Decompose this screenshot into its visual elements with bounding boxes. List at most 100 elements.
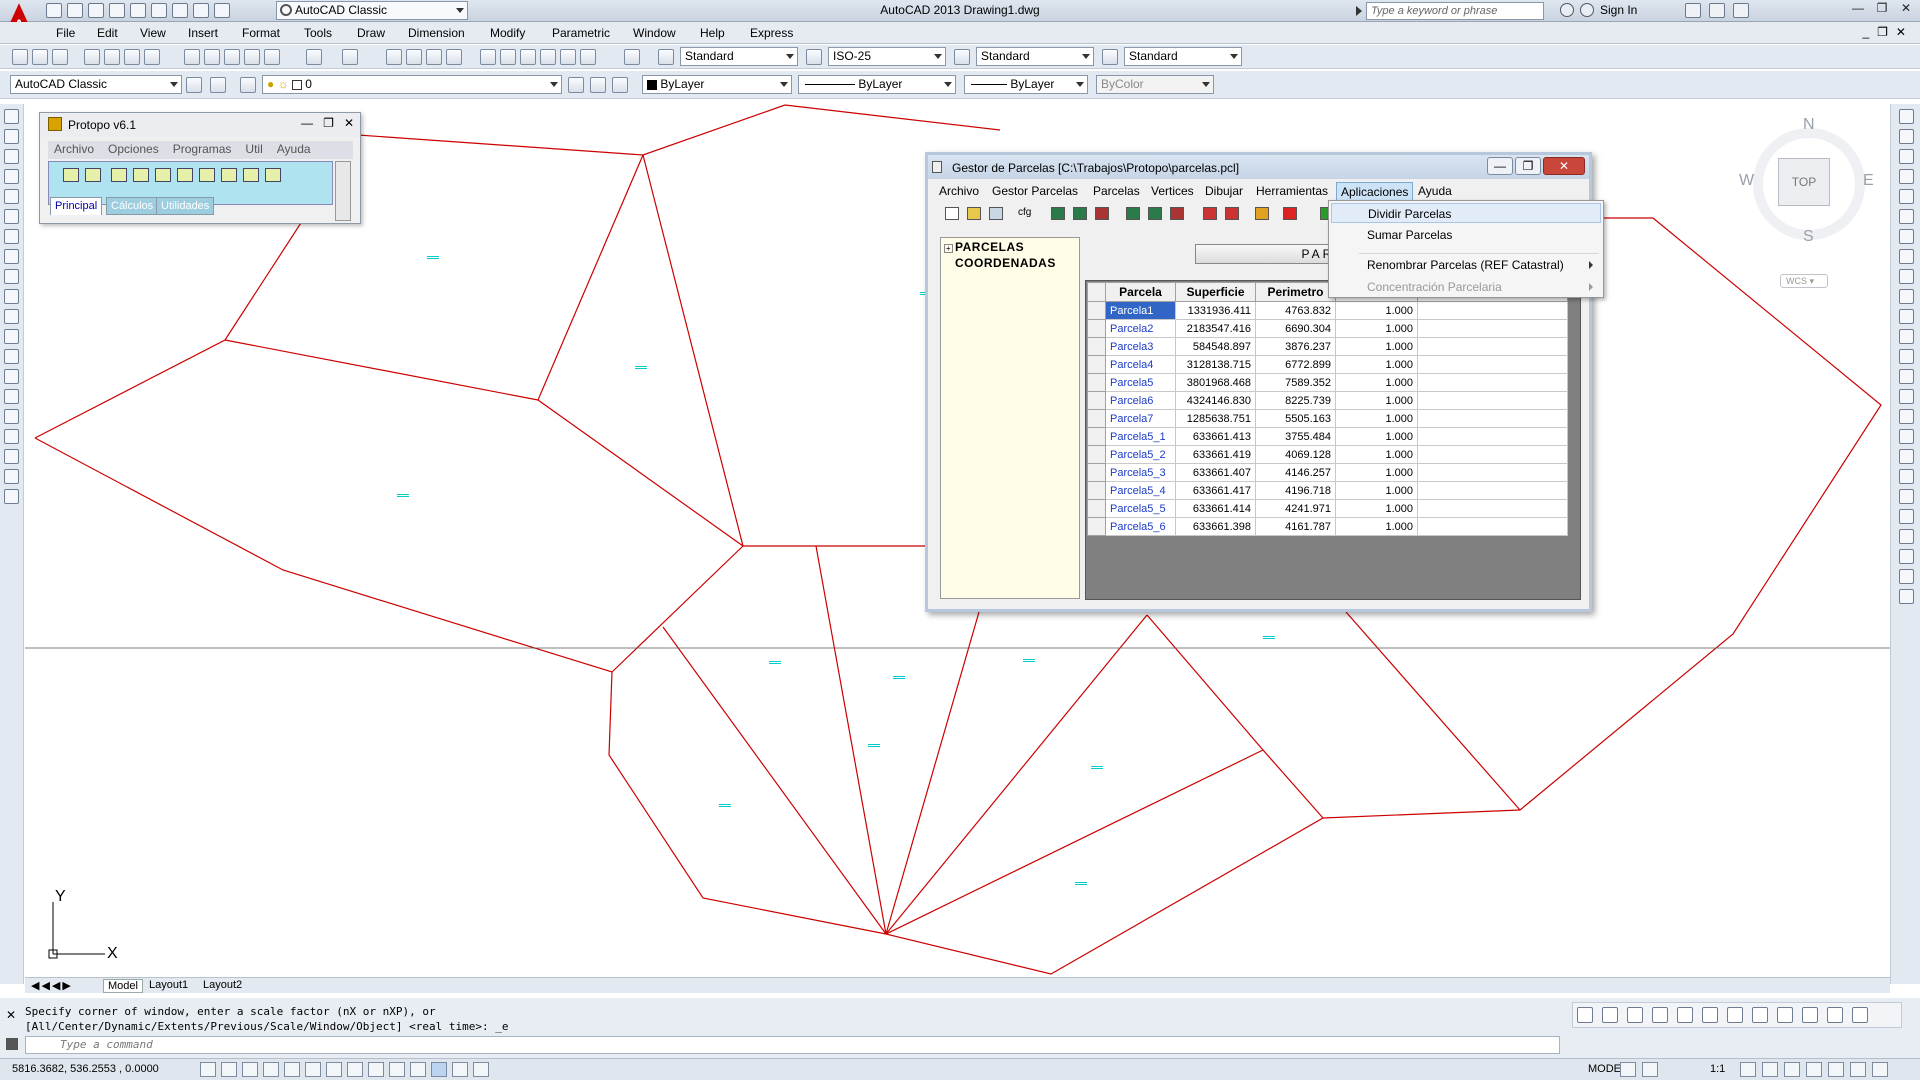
cell-factor[interactable]: 1.000 <box>1335 499 1418 518</box>
cell-superficie[interactable]: 633661.407 <box>1175 463 1256 482</box>
explode-icon[interactable] <box>1899 449 1914 464</box>
polar-tracking-icon[interactable] <box>284 1062 300 1077</box>
gestor-menu-vertices[interactable]: Vertices <box>1147 182 1198 201</box>
bring-above-icon[interactable] <box>1899 509 1914 524</box>
close-icon[interactable]: ✕ <box>6 1008 16 1022</box>
cell-superficie[interactable]: 1331936.411 <box>1175 301 1256 320</box>
menu-window[interactable]: Window <box>633 26 676 40</box>
markup-icon[interactable] <box>560 49 576 65</box>
protopo-scrollbar[interactable] <box>335 161 351 221</box>
construction-line-icon[interactable] <box>4 129 19 144</box>
minimize-button[interactable]: — <box>1487 157 1513 175</box>
cell-parcela[interactable]: Parcela5 <box>1105 373 1176 392</box>
cell-extra[interactable] <box>1417 337 1568 356</box>
annotation-scale[interactable]: 1:1 <box>1710 1063 1725 1075</box>
tab-navigation-arrows[interactable]: ◀◀◀▶ <box>31 979 73 992</box>
paste-icon[interactable] <box>224 49 240 65</box>
gestor-menu-archivo[interactable]: Archivo <box>935 182 983 201</box>
menu-format[interactable]: Format <box>242 26 280 40</box>
redo-icon[interactable] <box>172 3 188 18</box>
quick-view-drawings-icon[interactable] <box>1642 1062 1658 1077</box>
cell-extra[interactable] <box>1417 481 1568 500</box>
cell-extra[interactable] <box>1417 517 1568 536</box>
minimize-button[interactable]: — <box>301 116 313 130</box>
save-icon[interactable] <box>1602 1007 1618 1023</box>
cell-parcela[interactable]: Parcela5_5 <box>1105 499 1176 518</box>
cell-superficie[interactable]: 633661.417 <box>1175 481 1256 500</box>
cell-perimetro[interactable]: 4069.128 <box>1255 445 1336 464</box>
help-question-icon[interactable] <box>1283 207 1297 220</box>
protopo-tool-4-icon[interactable] <box>133 168 149 182</box>
cell-extra[interactable] <box>1417 499 1568 518</box>
annotation-icon[interactable] <box>1777 1007 1793 1023</box>
autodesk-360-icon[interactable] <box>1709 3 1725 18</box>
quick-properties-icon[interactable] <box>452 1062 468 1077</box>
cell-parcela[interactable]: Parcela4 <box>1105 355 1176 374</box>
coordinates-readout[interactable]: 5816.3682, 536.2553 , 0.0000 <box>12 1063 159 1075</box>
compass-south[interactable]: S <box>1803 228 1814 246</box>
layer-icon[interactable] <box>1802 1007 1818 1023</box>
cell-perimetro[interactable]: 3755.484 <box>1255 427 1336 446</box>
cell-extra[interactable] <box>1417 463 1568 482</box>
undo-icon[interactable] <box>306 49 322 65</box>
table-row[interactable]: Parcela5_1 633661.413 3755.484 1.000 <box>1087 427 1568 446</box>
arc-icon[interactable] <box>4 209 19 224</box>
cell-factor[interactable]: 1.000 <box>1335 373 1418 392</box>
ellipse-icon[interactable] <box>4 289 19 304</box>
zoom-previous-icon[interactable] <box>446 49 462 65</box>
selection-cycling-icon[interactable] <box>473 1062 489 1077</box>
polyline-icon[interactable] <box>1702 1007 1718 1023</box>
undo-icon[interactable] <box>151 3 167 18</box>
table-row[interactable]: Parcela4 3128138.715 6772.899 1.000 <box>1087 355 1568 374</box>
hatch-icon[interactable] <box>4 389 19 404</box>
cell-factor[interactable]: 1.000 <box>1335 301 1418 320</box>
clean-screen-icon[interactable] <box>1872 1062 1888 1077</box>
help-icon[interactable] <box>1733 3 1749 18</box>
column-header-perimetro[interactable]: Perimetro <box>1255 282 1336 302</box>
restore-button[interactable]: ❐ <box>1870 0 1894 18</box>
grid-red-icon[interactable] <box>1095 207 1109 220</box>
snap-icon[interactable] <box>1652 1007 1668 1023</box>
join-icon[interactable] <box>1899 369 1914 384</box>
redo-icon[interactable] <box>342 49 358 65</box>
tab-model[interactable]: Model <box>103 979 143 993</box>
cell-perimetro[interactable]: 7589.352 <box>1255 373 1336 392</box>
region-icon[interactable] <box>4 429 19 444</box>
rectangle-icon[interactable] <box>4 189 19 204</box>
tab-layout1[interactable]: Layout1 <box>149 979 188 991</box>
gestor-menu-herramientas[interactable]: Herramientas <box>1252 182 1332 201</box>
options-icon[interactable] <box>1852 1007 1868 1023</box>
cell-parcela[interactable]: Parcela5_4 <box>1105 481 1176 500</box>
workspace-settings-icon[interactable] <box>186 77 202 93</box>
close-button[interactable]: ✕ <box>344 116 354 130</box>
text-front-icon[interactable] <box>1899 549 1914 564</box>
workspace-select[interactable]: AutoCAD Classic <box>276 1 468 20</box>
table-row[interactable]: Parcela2 2183547.416 6690.304 1.000 <box>1087 319 1568 338</box>
compass-east[interactable]: E <box>1863 172 1874 190</box>
protopo-menu-opciones[interactable]: Opciones <box>108 141 159 159</box>
table-icon[interactable] <box>4 449 19 464</box>
protopo-menu-programas[interactable]: Programas <box>173 141 232 159</box>
table-row[interactable]: Parcela5_6 633661.398 4161.787 1.000 <box>1087 517 1568 536</box>
cell-perimetro[interactable]: 6772.899 <box>1255 355 1336 374</box>
publish-icon[interactable] <box>124 49 140 65</box>
workspace-switching-icon[interactable] <box>1784 1062 1800 1077</box>
cell-perimetro[interactable]: 6690.304 <box>1255 319 1336 338</box>
erase-icon[interactable] <box>1899 109 1914 124</box>
plot-icon[interactable] <box>130 3 146 18</box>
save-icon[interactable] <box>52 49 68 65</box>
block-editor-icon[interactable] <box>264 49 280 65</box>
ortho-mode-icon[interactable] <box>263 1062 279 1077</box>
gradient-icon[interactable] <box>4 409 19 424</box>
table-style-select[interactable]: Standard <box>976 47 1094 66</box>
cell-factor[interactable]: 1.000 <box>1335 409 1418 428</box>
protopo-tool-3-icon[interactable] <box>111 168 127 182</box>
save-icon[interactable] <box>989 207 1003 220</box>
snap-mode-icon[interactable] <box>221 1062 237 1077</box>
cell-superficie[interactable]: 633661.414 <box>1175 499 1256 518</box>
cell-extra[interactable] <box>1417 301 1568 320</box>
cell-parcela[interactable]: Parcela5_2 <box>1105 445 1176 464</box>
cell-perimetro[interactable]: 3876.237 <box>1255 337 1336 356</box>
menu-draw[interactable]: Draw <box>357 26 385 40</box>
cell-parcela[interactable]: Parcela1 <box>1105 301 1176 320</box>
